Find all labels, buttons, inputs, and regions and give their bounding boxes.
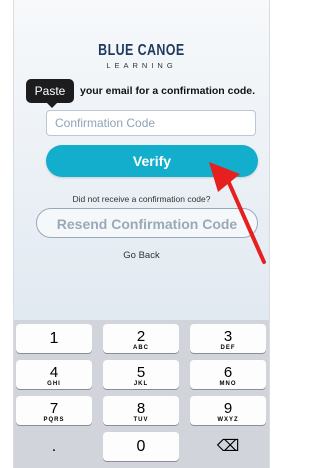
key-letters: JKL bbox=[133, 381, 149, 387]
key-letters: GHI bbox=[47, 381, 61, 387]
key-0[interactable]: 0 bbox=[103, 432, 179, 461]
key-digit: 1 bbox=[49, 330, 59, 347]
paste-menu-button[interactable]: Paste bbox=[26, 79, 74, 108]
key-letters: ABC bbox=[133, 345, 149, 351]
key-digit: . bbox=[51, 438, 57, 455]
app-screen: BLUE CANOE LEARNING Paste your email for… bbox=[13, 0, 270, 468]
key-7[interactable]: 7 PQRS bbox=[16, 396, 92, 425]
key-digit: 5 bbox=[136, 364, 146, 381]
key-digit: 0 bbox=[136, 438, 146, 455]
key-digit: 8 bbox=[136, 400, 146, 417]
key-digit: 4 bbox=[49, 364, 59, 381]
key-3[interactable]: 3 DEF bbox=[190, 324, 266, 353]
key-letters: MNO bbox=[219, 381, 237, 387]
backspace-icon: ⌫ bbox=[216, 438, 240, 455]
instructions-text: your email for a confirmation code. bbox=[80, 85, 256, 97]
go-back-link[interactable]: Go Back bbox=[14, 250, 269, 261]
resend-code-button[interactable]: Resend Confirmation Code bbox=[36, 208, 258, 238]
key-5[interactable]: 5 JKL bbox=[103, 360, 179, 389]
key-9[interactable]: 9 WXYZ bbox=[190, 396, 266, 425]
key-digit: 3 bbox=[223, 328, 233, 345]
key-6[interactable]: 6 MNO bbox=[190, 360, 266, 389]
key-decimal[interactable]: . bbox=[16, 432, 92, 461]
key-letters: DEF bbox=[220, 345, 236, 351]
key-digit: 6 bbox=[223, 364, 233, 381]
blue-canoe-logo: BLUE CANOE LEARNING bbox=[14, 42, 269, 70]
key-digit: 9 bbox=[223, 400, 233, 417]
logo-subtitle: LEARNING bbox=[106, 61, 177, 70]
key-1[interactable]: 1 bbox=[16, 324, 92, 353]
confirmation-code-input[interactable] bbox=[46, 110, 256, 136]
key-letters: WXYZ bbox=[217, 417, 239, 423]
key-4[interactable]: 4 GHI bbox=[16, 360, 92, 389]
key-digit: 7 bbox=[49, 400, 59, 417]
logo-title: BLUE CANOE bbox=[98, 42, 185, 59]
verify-button[interactable]: Verify bbox=[46, 145, 258, 177]
key-letters: PQRS bbox=[43, 417, 65, 423]
no-code-text: Did not receive a confirmation code? bbox=[72, 194, 211, 204]
key-digit: 2 bbox=[136, 328, 146, 345]
key-letters: TUV bbox=[133, 417, 149, 423]
numeric-keyboard: 1 2 ABC 3 DEF 4 GHI 5 JKL 6 MNO 7 PQRS 8 TUV 9W… bbox=[14, 320, 269, 468]
key-2[interactable]: 2 ABC bbox=[103, 324, 179, 353]
key-delete[interactable]: ⌫ bbox=[190, 432, 266, 461]
key-8[interactable]: 8 TUV bbox=[103, 396, 179, 425]
